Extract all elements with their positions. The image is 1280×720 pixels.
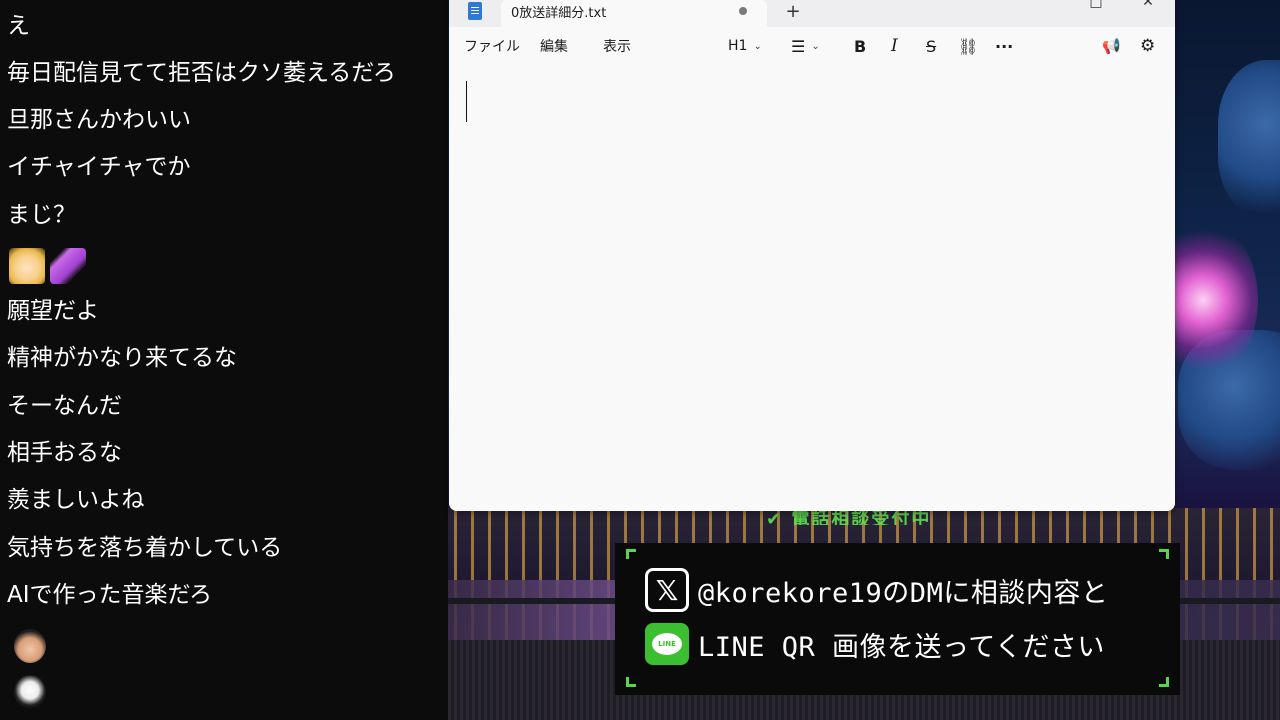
notepad-window: 0放送詳細分.txt + □ ✕ ファイル 編集 表示 H1 ⌄ ☰ ⌄ B I… [449,0,1175,511]
italic-button[interactable]: I [891,35,898,57]
corner-bracket [1159,549,1169,559]
notepad-app-icon [468,2,482,20]
cloud [1218,60,1280,220]
line-contact-row: LINE LINE QR 画像を送ってください [645,622,1105,666]
line-logo-text: LINE [652,633,682,655]
line-logo-icon: LINE [645,623,689,665]
chat-message: 旦那さんかわいい [7,107,191,133]
chat-message: 相手おるな [7,440,122,466]
corner-bracket [1159,677,1169,687]
settings-gear-icon[interactable]: ⚙ [1140,35,1155,57]
menu-bar: ファイル 編集 表示 H1 ⌄ ☰ ⌄ B I S ⛓ ··· 📢 ⚙ [449,27,1175,65]
text-caret [466,81,467,122]
menu-edit[interactable]: 編集 [540,36,568,56]
user-avatar [14,675,46,709]
menu-view[interactable]: 表示 [603,36,631,56]
anime-girl-emote [9,248,45,284]
list-icon: ☰ [791,36,806,56]
close-icon[interactable]: ✕ [1141,0,1155,10]
contact-info-box: 𝕏 @korekore19のDMに相談内容と LINE LINE QR 画像を送… [615,543,1180,695]
maximize-icon[interactable]: □ [1089,0,1103,10]
corner-bracket [626,677,636,687]
chevron-down-icon: ⌄ [811,40,820,52]
text-editor[interactable] [449,65,1175,511]
chat-message: イチャイチャでか [7,154,191,180]
tab-title: 0放送詳細分.txt [511,6,607,21]
chat-message: AIで作った音楽だろ [7,582,213,608]
chat-message: まじ？ [7,202,76,228]
x-logo-icon: 𝕏 [645,568,689,612]
heading-dropdown[interactable]: H1 ⌄ [728,35,762,57]
heading-label: H1 [728,38,748,54]
line-contact-text: LINE QR 画像を送ってください [698,631,1105,663]
corner-bracket [626,549,636,559]
chat-message: 毎日配信見てて拒否はクソ萎えるだろ [7,60,396,86]
chat-panel: え 毎日配信見てて拒否はクソ萎えるだろ 旦那さんかわいい イチャイチャでか まじ… [0,0,448,720]
chat-message: 羨ましいよね [7,487,145,513]
list-dropdown[interactable]: ☰ ⌄ [791,35,820,57]
link-icon[interactable]: ⛓ [958,35,978,57]
more-options-button[interactable]: ··· [995,35,1013,57]
chevron-down-icon: ⌄ [753,40,762,52]
chat-message: 願望だよ [7,298,99,324]
bold-button[interactable]: B [854,35,866,57]
document-tab[interactable]: 0放送詳細分.txt [501,0,767,27]
chat-message: え [7,13,30,39]
title-bar: 0放送詳細分.txt + □ ✕ [449,0,1175,27]
strikethrough-button[interactable]: S [926,35,936,57]
announcement-icon[interactable]: 📢 [1102,35,1121,57]
menu-file[interactable]: ファイル [464,36,520,56]
new-tab-button[interactable]: + [783,0,803,24]
unsaved-dot-icon[interactable] [739,7,747,15]
chat-message: 精神がかなり来てるな [7,345,237,371]
chat-message: 気持ちを落ち着かしている [7,535,283,561]
x-contact-text: @korekore19のDMに相談内容と [698,577,1109,609]
chat-message: そーなんだ [7,393,122,419]
pink-hand-emote [50,248,86,284]
user-avatar [14,629,46,663]
x-contact-row: 𝕏 @korekore19のDMに相談内容と [645,568,1108,612]
